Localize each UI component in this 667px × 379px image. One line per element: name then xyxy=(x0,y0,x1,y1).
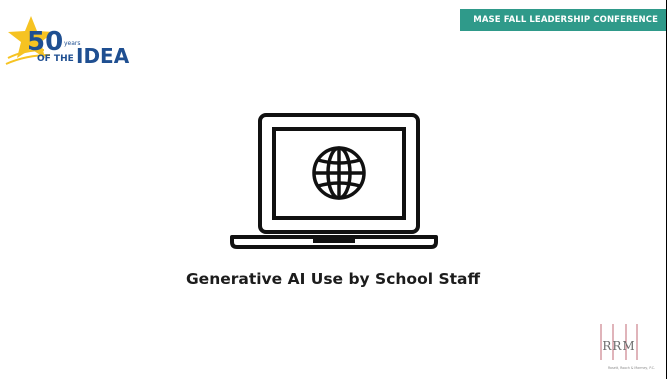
globe-icon xyxy=(312,146,366,200)
rrm-tagline: Rosett, Rooch & Marmey, P.C. xyxy=(608,366,655,370)
slide: MASE FALL LEADERSHIP CONFERENCE 50 years… xyxy=(0,0,666,379)
rrm-letters: RRM xyxy=(602,339,635,353)
laptop-globe-icon xyxy=(230,113,438,249)
fifty-years-idea-logo: 50 years OF THE IDEA xyxy=(5,16,130,68)
rrm-firm-logo: RRM Rosett, Rooch & Marmey, P.C. xyxy=(600,324,655,370)
conference-banner: MASE FALL LEADERSHIP CONFERENCE xyxy=(460,9,666,31)
logo-of-the: OF THE xyxy=(37,54,74,64)
logo-idea: IDEA xyxy=(76,44,130,68)
logo-fifty: 50 xyxy=(27,27,63,57)
slide-title: Generative AI Use by School Staff xyxy=(185,270,481,288)
